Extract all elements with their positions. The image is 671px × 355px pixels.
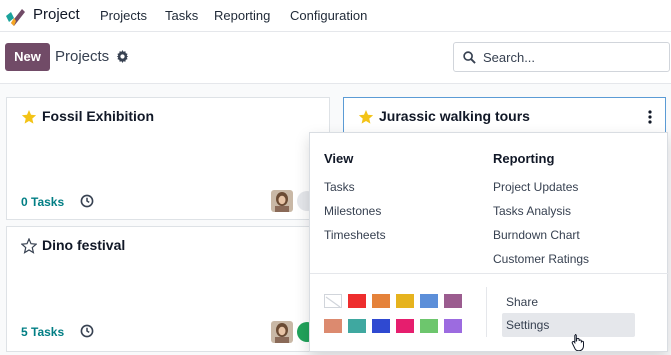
- dropdown-item-milestones[interactable]: Milestones: [324, 204, 381, 218]
- dropdown-item-share[interactable]: Share: [506, 295, 538, 309]
- avatar[interactable]: [271, 321, 293, 343]
- control-panel: New Projects Search...: [0, 32, 671, 84]
- avatar[interactable]: [271, 190, 293, 212]
- color-swatch-red[interactable]: [348, 294, 366, 308]
- dropdown-item-project-updates[interactable]: Project Updates: [493, 180, 578, 194]
- color-swatch-teal[interactable]: [348, 319, 366, 333]
- color-swatch-yellow[interactable]: [396, 294, 414, 308]
- dropdown-vertical-divider: [486, 287, 487, 337]
- menu-tasks[interactable]: Tasks: [165, 8, 198, 23]
- dropdown-item-tasks[interactable]: Tasks: [324, 180, 355, 194]
- color-swatch-none[interactable]: [324, 294, 342, 308]
- breadcrumb-projects: Projects: [55, 48, 110, 65]
- menu-projects[interactable]: Projects: [100, 8, 147, 23]
- card-title[interactable]: Jurassic walking tours: [379, 108, 530, 124]
- app-brand[interactable]: Project: [33, 6, 80, 23]
- star-outline-icon[interactable]: [21, 238, 37, 254]
- no-color-slash-icon: [325, 296, 341, 308]
- dropdown-divider: [310, 273, 669, 274]
- dropdown-item-tasks-analysis[interactable]: Tasks Analysis: [493, 204, 571, 218]
- reporting-section-header: Reporting: [493, 151, 555, 166]
- view-section-header: View: [324, 151, 354, 166]
- color-swatch-blue[interactable]: [372, 319, 390, 333]
- search-icon: [463, 51, 476, 64]
- color-swatch-violet[interactable]: [444, 319, 462, 333]
- color-swatch-raspberry[interactable]: [396, 319, 414, 333]
- color-swatch-salmon[interactable]: [324, 319, 342, 333]
- hand-pointer-icon: [571, 334, 584, 351]
- project-app-icon[interactable]: [5, 6, 25, 26]
- star-filled-icon[interactable]: [21, 109, 37, 125]
- card-title[interactable]: Dino festival: [42, 237, 125, 253]
- project-card-dropdown: View Tasks Milestones Timesheets Reporti…: [309, 132, 669, 352]
- clock-icon[interactable]: [80, 194, 94, 208]
- star-filled-icon[interactable]: [358, 109, 374, 125]
- dropdown-item-settings[interactable]: Settings: [506, 318, 549, 332]
- menu-configuration[interactable]: Configuration: [290, 8, 367, 23]
- gear-icon[interactable]: [116, 50, 129, 63]
- clock-icon[interactable]: [80, 324, 94, 338]
- tasks-count-link[interactable]: 0 Tasks: [21, 195, 64, 209]
- color-swatch-green[interactable]: [420, 319, 438, 333]
- new-button[interactable]: New: [5, 43, 50, 71]
- color-swatch-dark-purple[interactable]: [444, 294, 462, 308]
- search-box[interactable]: Search...: [453, 42, 670, 72]
- top-navbar: Project Projects Tasks Reporting Configu…: [0, 0, 671, 32]
- card-title[interactable]: Fossil Exhibition: [42, 108, 154, 124]
- project-card-fossil-exhibition[interactable]: Fossil Exhibition 0 Tasks: [6, 97, 330, 220]
- dropdown-item-burndown-chart[interactable]: Burndown Chart: [493, 228, 580, 242]
- color-swatch-orange[interactable]: [372, 294, 390, 308]
- color-swatch-light-blue[interactable]: [420, 294, 438, 308]
- kebab-menu-icon[interactable]: [648, 110, 652, 124]
- project-card-dino-festival[interactable]: Dino festival 5 Tasks: [6, 226, 330, 352]
- tasks-count-link[interactable]: 5 Tasks: [21, 325, 64, 339]
- search-input[interactable]: Search...: [483, 50, 535, 65]
- dropdown-item-customer-ratings[interactable]: Customer Ratings: [493, 252, 589, 266]
- menu-reporting[interactable]: Reporting: [214, 8, 270, 23]
- dropdown-item-timesheets[interactable]: Timesheets: [324, 228, 386, 242]
